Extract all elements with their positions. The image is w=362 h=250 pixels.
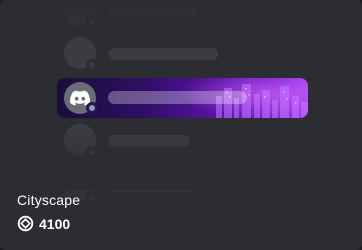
fade-overlay-bottom	[0, 130, 362, 190]
orb-icon	[17, 215, 34, 232]
nameplate-highlight	[57, 78, 308, 118]
nameplate-preview	[0, 0, 362, 204]
placeholder-row	[64, 37, 314, 71]
item-name: Cityscape	[17, 192, 81, 208]
name-placeholder	[108, 91, 247, 104]
fade-overlay-top	[0, 0, 362, 40]
item-price: 4100	[17, 215, 70, 232]
status-placeholder	[86, 192, 98, 204]
name-placeholder	[108, 48, 218, 60]
shop-item-card[interactable]: Cityscape 4100	[0, 0, 362, 250]
status-placeholder	[86, 59, 98, 71]
price-value: 4100	[39, 215, 71, 232]
status-indicator	[86, 102, 98, 114]
